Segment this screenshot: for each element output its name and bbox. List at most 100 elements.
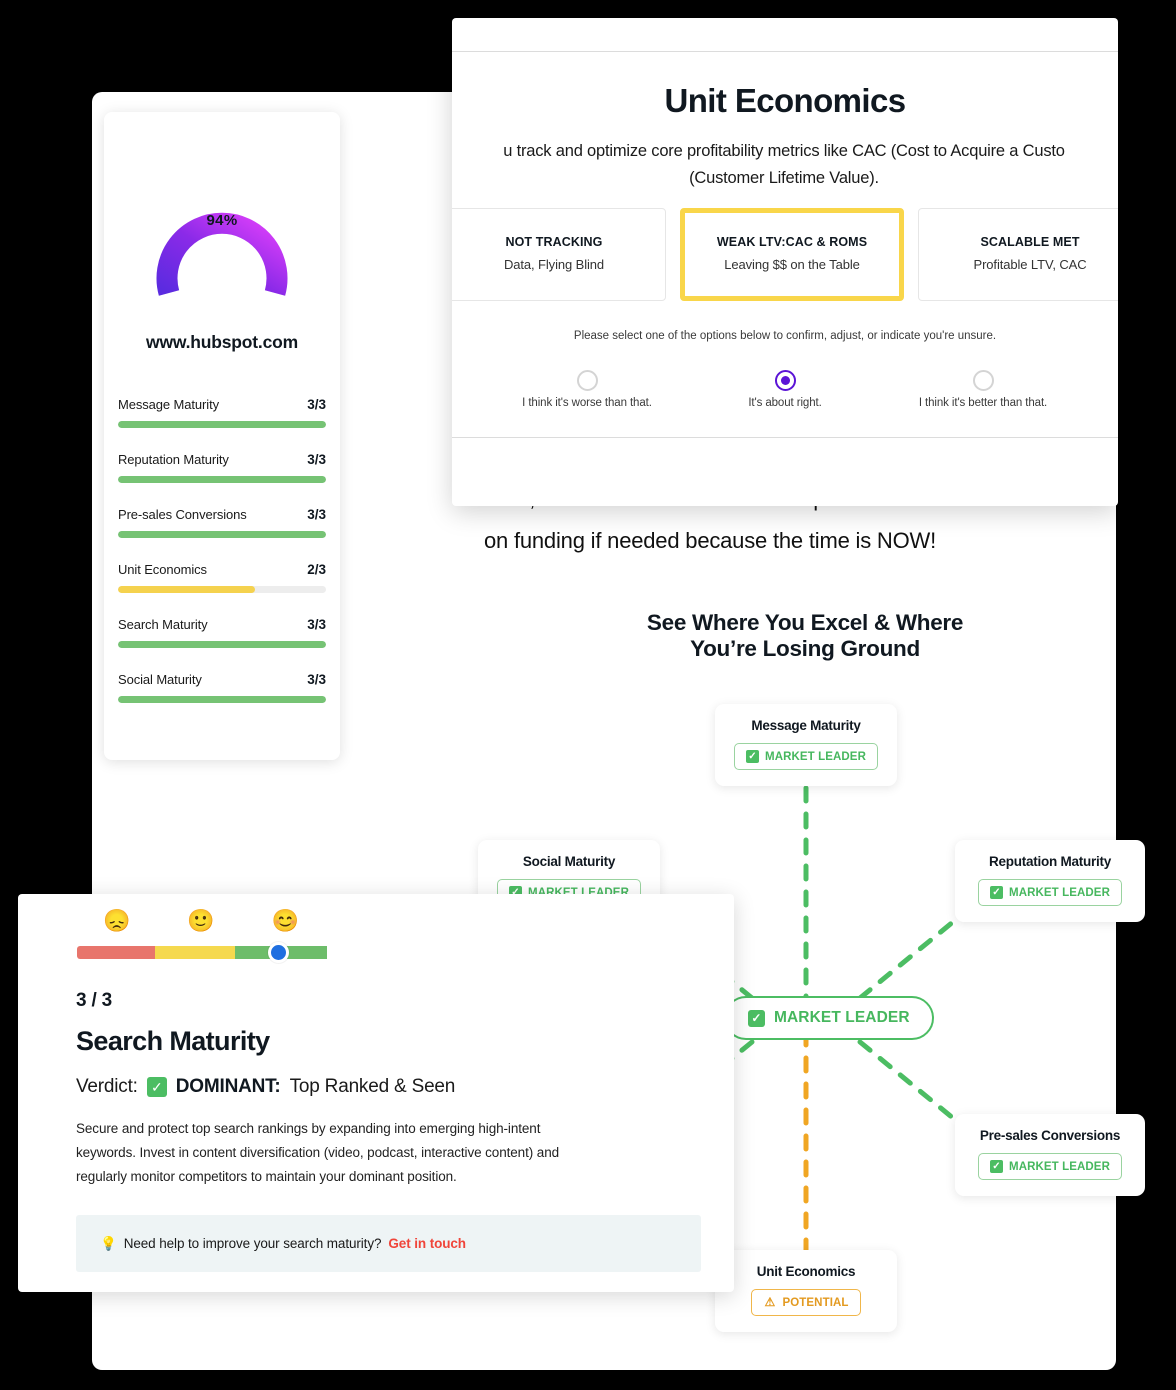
sentiment-emoji-row: 😞 🙂 😊: [77, 910, 327, 932]
option-card-not-tracking[interactable]: NOT TRACKING Data, Flying Blind: [452, 208, 666, 301]
metric-progress-track: [118, 421, 326, 428]
metric-list: Message Maturity 3/3 Reputation Maturity…: [118, 397, 326, 727]
radio-label: It's about right.: [748, 397, 822, 409]
status-badge: ✓ MARKET LEADER: [978, 879, 1122, 906]
metric-progress-track: [118, 531, 326, 538]
status-badge: ✓ MARKET LEADER: [978, 1153, 1122, 1180]
slider-knob[interactable]: [268, 942, 289, 963]
maturity-slider[interactable]: [77, 942, 327, 963]
modal-option-cards: NOT TRACKING Data, Flying Blind WEAK LTV…: [452, 208, 1118, 301]
neutral-face-icon: 🙂: [187, 908, 215, 933]
modal-description-line-1: u track and optimize core profitability …: [503, 142, 1065, 160]
option-card-weak-ltv-cac[interactable]: WEAK LTV:CAC & ROMS Leaving $$ on the Ta…: [680, 208, 904, 301]
metric-name: Message Maturity: [118, 397, 219, 412]
badge-label: POTENTIAL: [782, 1296, 849, 1309]
radio-option-better[interactable]: I think it's better than that.: [903, 370, 1063, 409]
radio-dot-selected[interactable]: [774, 370, 796, 391]
status-badge: ⚠ POTENTIAL: [751, 1289, 861, 1316]
radio-option-worse[interactable]: I think it's worse than that.: [507, 370, 667, 409]
metric-name: Search Maturity: [118, 617, 208, 632]
sad-face-icon: 😞: [103, 908, 131, 933]
mindmap-node-reputation-maturity[interactable]: Reputation Maturity ✓ MARKET LEADER: [955, 840, 1145, 922]
node-title: Message Maturity: [751, 718, 861, 733]
metric-score: 3/3: [307, 617, 326, 632]
option-title: NOT TRACKING: [505, 235, 603, 249]
option-subtitle: Leaving $$ on the Table: [724, 257, 860, 272]
modal-top-bar: [452, 18, 1118, 52]
status-badge: ✓ MARKET LEADER: [734, 743, 878, 770]
cta-text: Need help to improve your search maturit…: [123, 1236, 382, 1251]
badge-label: MARKET LEADER: [1009, 1160, 1110, 1173]
slider-segment-low: [77, 946, 155, 959]
metric-name: Pre-sales Conversions: [118, 507, 247, 522]
check-icon: ✓: [748, 1009, 765, 1027]
lightbulb-icon: 💡: [100, 1235, 117, 1251]
node-title: Social Maturity: [522, 854, 616, 869]
get-in-touch-link[interactable]: Get in touch: [388, 1236, 466, 1251]
section-heading-line-1: See Where You Excel & Where: [646, 610, 964, 635]
metric-score: 3/3: [307, 507, 326, 522]
domain-score-card: 94% www.hubspot.com Message Maturity 3/3…: [104, 112, 340, 760]
metric-progress-fill: [118, 586, 256, 593]
metric-score: 3/3: [307, 452, 326, 467]
option-subtitle: Data, Flying Blind: [503, 257, 605, 272]
detail-cta-banner: 💡 Need help to improve your search matur…: [76, 1215, 701, 1272]
metric-name: Social Maturity: [118, 672, 202, 687]
detail-body-text: Secure and protect top search rankings b…: [76, 1121, 560, 1184]
metric-score: 3/3: [307, 397, 326, 412]
radio-label: I think it's better than that.: [918, 397, 1048, 409]
happy-face-icon: 😊: [271, 908, 300, 933]
metric-progress-track: [118, 586, 326, 593]
section-heading: See Where You Excel & Where You’re Losin…: [540, 610, 1070, 662]
metric-progress-fill: [118, 421, 326, 428]
mindmap-hub-market-leader[interactable]: ✓ MARKET LEADER: [724, 996, 934, 1040]
modal-radio-group: I think it's worse than that. It's about…: [452, 370, 1118, 409]
modal-description-line-2: (Customer Lifetime Value).: [689, 169, 879, 187]
check-icon: ✓: [990, 1160, 1004, 1173]
verdict-label: Verdict:: [76, 1076, 138, 1097]
node-title: Pre-sales Conversions: [979, 1128, 1121, 1143]
metric-row: Pre-sales Conversions 3/3: [118, 507, 326, 538]
metric-row: Message Maturity 3/3: [118, 397, 326, 428]
detail-verdict: Verdict: ✓ DOMINANT: Top Ranked & Seen: [76, 1076, 455, 1098]
warning-icon: ⚠: [764, 1295, 776, 1309]
modal-hint-text: Please select one of the options below t…: [573, 330, 997, 342]
mindmap-node-message-maturity[interactable]: Message Maturity ✓ MARKET LEADER: [715, 704, 897, 786]
modal-footer-bar: [452, 437, 1118, 506]
section-heading-line-2: You’re Losing Ground: [690, 636, 920, 661]
option-title: WEAK LTV:CAC & ROMS: [716, 235, 868, 249]
detail-title: Search Maturity: [76, 1026, 270, 1056]
radio-label: I think it's worse than that.: [522, 397, 652, 409]
verdict-strong: DOMINANT:: [175, 1076, 281, 1097]
node-title: Reputation Maturity: [989, 854, 1111, 869]
badge-label: MARKET LEADER: [1009, 886, 1110, 899]
mindmap-node-pre-sales-conversions[interactable]: Pre-sales Conversions ✓ MARKET LEADER: [955, 1114, 1145, 1196]
modal-title: Unit Economics: [664, 82, 907, 119]
check-icon: ✓: [146, 1077, 167, 1097]
radio-dot[interactable]: [576, 370, 598, 391]
slider-segment-mid: [155, 946, 235, 959]
metric-progress-track: [118, 696, 326, 703]
gauge-svg: [156, 212, 288, 296]
metric-progress-fill: [118, 641, 326, 648]
mindmap-node-unit-economics[interactable]: Unit Economics ⚠ POTENTIAL: [715, 1250, 897, 1332]
node-title: Unit Economics: [756, 1264, 856, 1279]
option-card-scalable-metrics[interactable]: SCALABLE MET Profitable LTV, CAC: [918, 208, 1118, 301]
metric-row: Search Maturity 3/3: [118, 617, 326, 648]
paragraph-line-2: on funding if needed because the time is…: [483, 528, 937, 553]
metric-score: 3/3: [307, 672, 326, 687]
metric-score: 2/3: [307, 562, 326, 577]
option-subtitle: Profitable LTV, CAC: [973, 257, 1087, 272]
metric-progress-fill: [118, 476, 326, 483]
metric-progress-fill: [118, 531, 326, 538]
check-icon: ✓: [990, 886, 1004, 899]
check-icon: ✓: [746, 750, 760, 763]
metric-row: Social Maturity 3/3: [118, 672, 326, 703]
metric-progress-track: [118, 476, 326, 483]
badge-label: MARKET LEADER: [765, 750, 866, 763]
hub-label: MARKET LEADER: [774, 1009, 910, 1026]
metric-progress-track: [118, 641, 326, 648]
radio-option-about-right[interactable]: It's about right.: [705, 370, 865, 409]
radio-dot[interactable]: [972, 370, 994, 391]
metric-row: Unit Economics 2/3: [118, 562, 326, 593]
